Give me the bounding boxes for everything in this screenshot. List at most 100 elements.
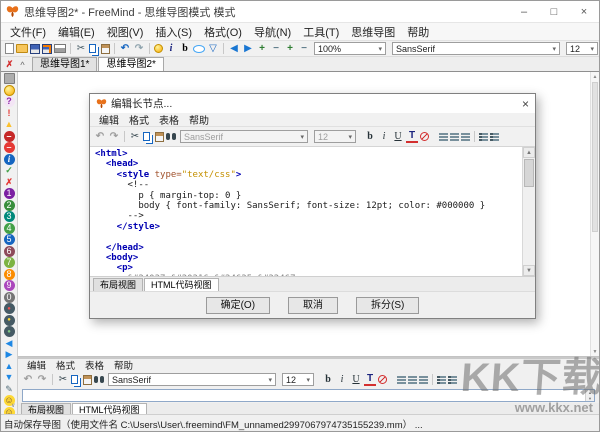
align-center-icon[interactable] xyxy=(450,133,459,135)
icon-idea[interactable] xyxy=(4,85,15,96)
icon-number-3[interactable]: 3 xyxy=(4,211,15,222)
minimize-button[interactable]: – xyxy=(509,1,539,22)
icon-arrow-down[interactable]: ▼ xyxy=(4,372,15,383)
icon-traffic-light-green[interactable]: ● xyxy=(4,326,15,337)
split-button[interactable]: 拆分(S) xyxy=(356,297,419,314)
undo-icon[interactable]: ↶ xyxy=(94,130,106,143)
new-map-icon[interactable] xyxy=(5,43,14,54)
scrollbar-thumb[interactable] xyxy=(524,159,534,187)
tab-html-code-view[interactable]: HTML代码视图 xyxy=(144,278,219,291)
menu-insert[interactable]: 插入(S) xyxy=(149,24,198,40)
code-vertical-scrollbar[interactable]: ▲ ▼ xyxy=(522,147,535,276)
icon-traffic-light-yellow[interactable]: ● xyxy=(4,315,15,326)
cancel-button[interactable]: 取消 xyxy=(288,297,338,314)
nav-forward-icon[interactable]: ▶ xyxy=(242,42,254,55)
icon-arrow-up[interactable]: ▲ xyxy=(4,361,15,372)
menu-format[interactable]: 格式(O) xyxy=(198,24,248,40)
numbered-list-icon[interactable] xyxy=(493,133,499,135)
canvas-vertical-scrollbar[interactable]: ▲ ▼ xyxy=(590,72,599,356)
icon-important[interactable]: ! xyxy=(4,108,15,119)
dialog-font-size-select[interactable]: 12 ▾ xyxy=(314,130,356,143)
copy-icon[interactable] xyxy=(143,132,150,141)
scrollbar-thumb[interactable] xyxy=(592,82,598,232)
filter-icon[interactable]: ▽ xyxy=(207,42,219,55)
bullet-list-icon[interactable] xyxy=(440,376,446,378)
icon-warning[interactable]: ▲ xyxy=(4,119,15,130)
open-map-icon[interactable] xyxy=(16,44,28,53)
maximize-button[interactable]: □ xyxy=(539,1,569,22)
bold-icon[interactable]: b xyxy=(364,130,376,143)
find-icon[interactable] xyxy=(166,133,170,140)
font-color-icon[interactable]: T xyxy=(406,130,418,143)
save-map-icon[interactable] xyxy=(30,44,40,54)
copy-icon[interactable] xyxy=(89,44,96,53)
underline-icon[interactable]: U xyxy=(392,130,404,143)
tab-layout-view[interactable]: 布局视图 xyxy=(93,278,143,291)
icon-toolbar-collapse-button[interactable]: ^ xyxy=(16,58,29,71)
font-select[interactable]: SansSerif ▾ xyxy=(392,42,560,55)
cut-icon[interactable]: ✂ xyxy=(129,130,141,143)
expand-all-icon[interactable]: + xyxy=(284,42,296,55)
expand-icon[interactable]: + xyxy=(256,42,268,55)
cut-icon[interactable]: ✂ xyxy=(75,42,87,55)
align-right-icon[interactable] xyxy=(461,133,470,135)
font-size-select[interactable]: 12 ▾ xyxy=(566,42,598,55)
idea-icon[interactable] xyxy=(154,44,163,53)
dialog-menu-help[interactable]: 帮助 xyxy=(184,112,214,127)
undo-icon[interactable]: ↶ xyxy=(119,42,131,55)
icon-trash[interactable] xyxy=(4,73,15,84)
icon-number-2[interactable]: 2 xyxy=(4,200,15,211)
menu-navigate[interactable]: 导航(N) xyxy=(248,24,297,40)
icon-number-4[interactable]: 4 xyxy=(4,223,15,234)
menu-view[interactable]: 视图(V) xyxy=(101,24,150,40)
bullet-list-icon[interactable] xyxy=(482,133,488,135)
scroll-up-icon[interactable]: ▲ xyxy=(591,72,599,81)
bottom-menu-edit[interactable]: 编辑 xyxy=(22,358,51,372)
cloud-icon[interactable] xyxy=(193,45,205,53)
icon-ok[interactable]: ✓ xyxy=(4,165,15,176)
align-right-icon[interactable] xyxy=(419,376,428,378)
menu-tools[interactable]: 工具(T) xyxy=(297,24,345,40)
scroll-down-icon[interactable]: ▼ xyxy=(591,347,599,356)
cut-icon[interactable]: ✂ xyxy=(57,373,69,386)
icon-not-ok[interactable]: ✗ xyxy=(4,177,15,188)
note-font-size-select[interactable]: 12 ▾ xyxy=(282,373,314,386)
icon-arrow-left[interactable]: ◀ xyxy=(4,338,15,349)
ok-button[interactable]: 确定(O) xyxy=(206,297,270,314)
note-font-select[interactable]: SansSerif ▾ xyxy=(108,373,276,386)
print-icon[interactable] xyxy=(54,44,66,53)
copy-icon[interactable] xyxy=(71,375,78,384)
dialog-menu-format[interactable]: 格式 xyxy=(124,112,154,127)
icon-number-0[interactable]: 0 xyxy=(4,292,15,303)
bold-icon[interactable]: b xyxy=(322,373,334,386)
remove-format-icon[interactable] xyxy=(420,132,429,141)
icon-number-5[interactable]: 5 xyxy=(4,234,15,245)
bottom-menu-table[interactable]: 表格 xyxy=(80,358,109,372)
icon-traffic-light-red[interactable]: ● xyxy=(4,303,15,314)
dialog-font-select[interactable]: SansSerif ▾ xyxy=(180,130,308,143)
align-left-icon[interactable] xyxy=(397,376,406,378)
find-icon[interactable] xyxy=(94,376,98,383)
italic-icon[interactable]: i xyxy=(336,373,348,386)
note-text-input[interactable]: ▲ ▼ xyxy=(22,389,595,402)
icon-number-6[interactable]: 6 xyxy=(4,246,15,257)
numbered-list-icon[interactable] xyxy=(451,376,457,378)
paste-icon[interactable] xyxy=(155,132,164,142)
nav-back-icon[interactable]: ◀ xyxy=(228,42,240,55)
undo-icon[interactable]: ↶ xyxy=(22,373,34,386)
tab-mindmap-1[interactable]: 思维导图1* xyxy=(32,57,97,71)
bottom-menu-format[interactable]: 格式 xyxy=(51,358,80,372)
tab-mindmap-2[interactable]: 思维导图2* xyxy=(98,57,163,71)
font-color-icon[interactable]: T xyxy=(364,373,376,386)
align-left-icon[interactable] xyxy=(439,133,448,135)
close-button[interactable]: × xyxy=(569,1,599,22)
dialog-menu-table[interactable]: 表格 xyxy=(154,112,184,127)
scroll-down-icon[interactable]: ▼ xyxy=(586,396,594,402)
underline-icon[interactable]: U xyxy=(350,373,362,386)
sidebar-scroll-down-icon[interactable]: ∨ xyxy=(11,402,15,409)
align-center-icon[interactable] xyxy=(408,376,417,378)
scroll-down-icon[interactable]: ▼ xyxy=(523,265,535,276)
icon-help[interactable]: ? xyxy=(4,96,15,107)
icon-number-7[interactable]: 7 xyxy=(4,257,15,268)
icon-number-8[interactable]: 8 xyxy=(4,269,15,280)
